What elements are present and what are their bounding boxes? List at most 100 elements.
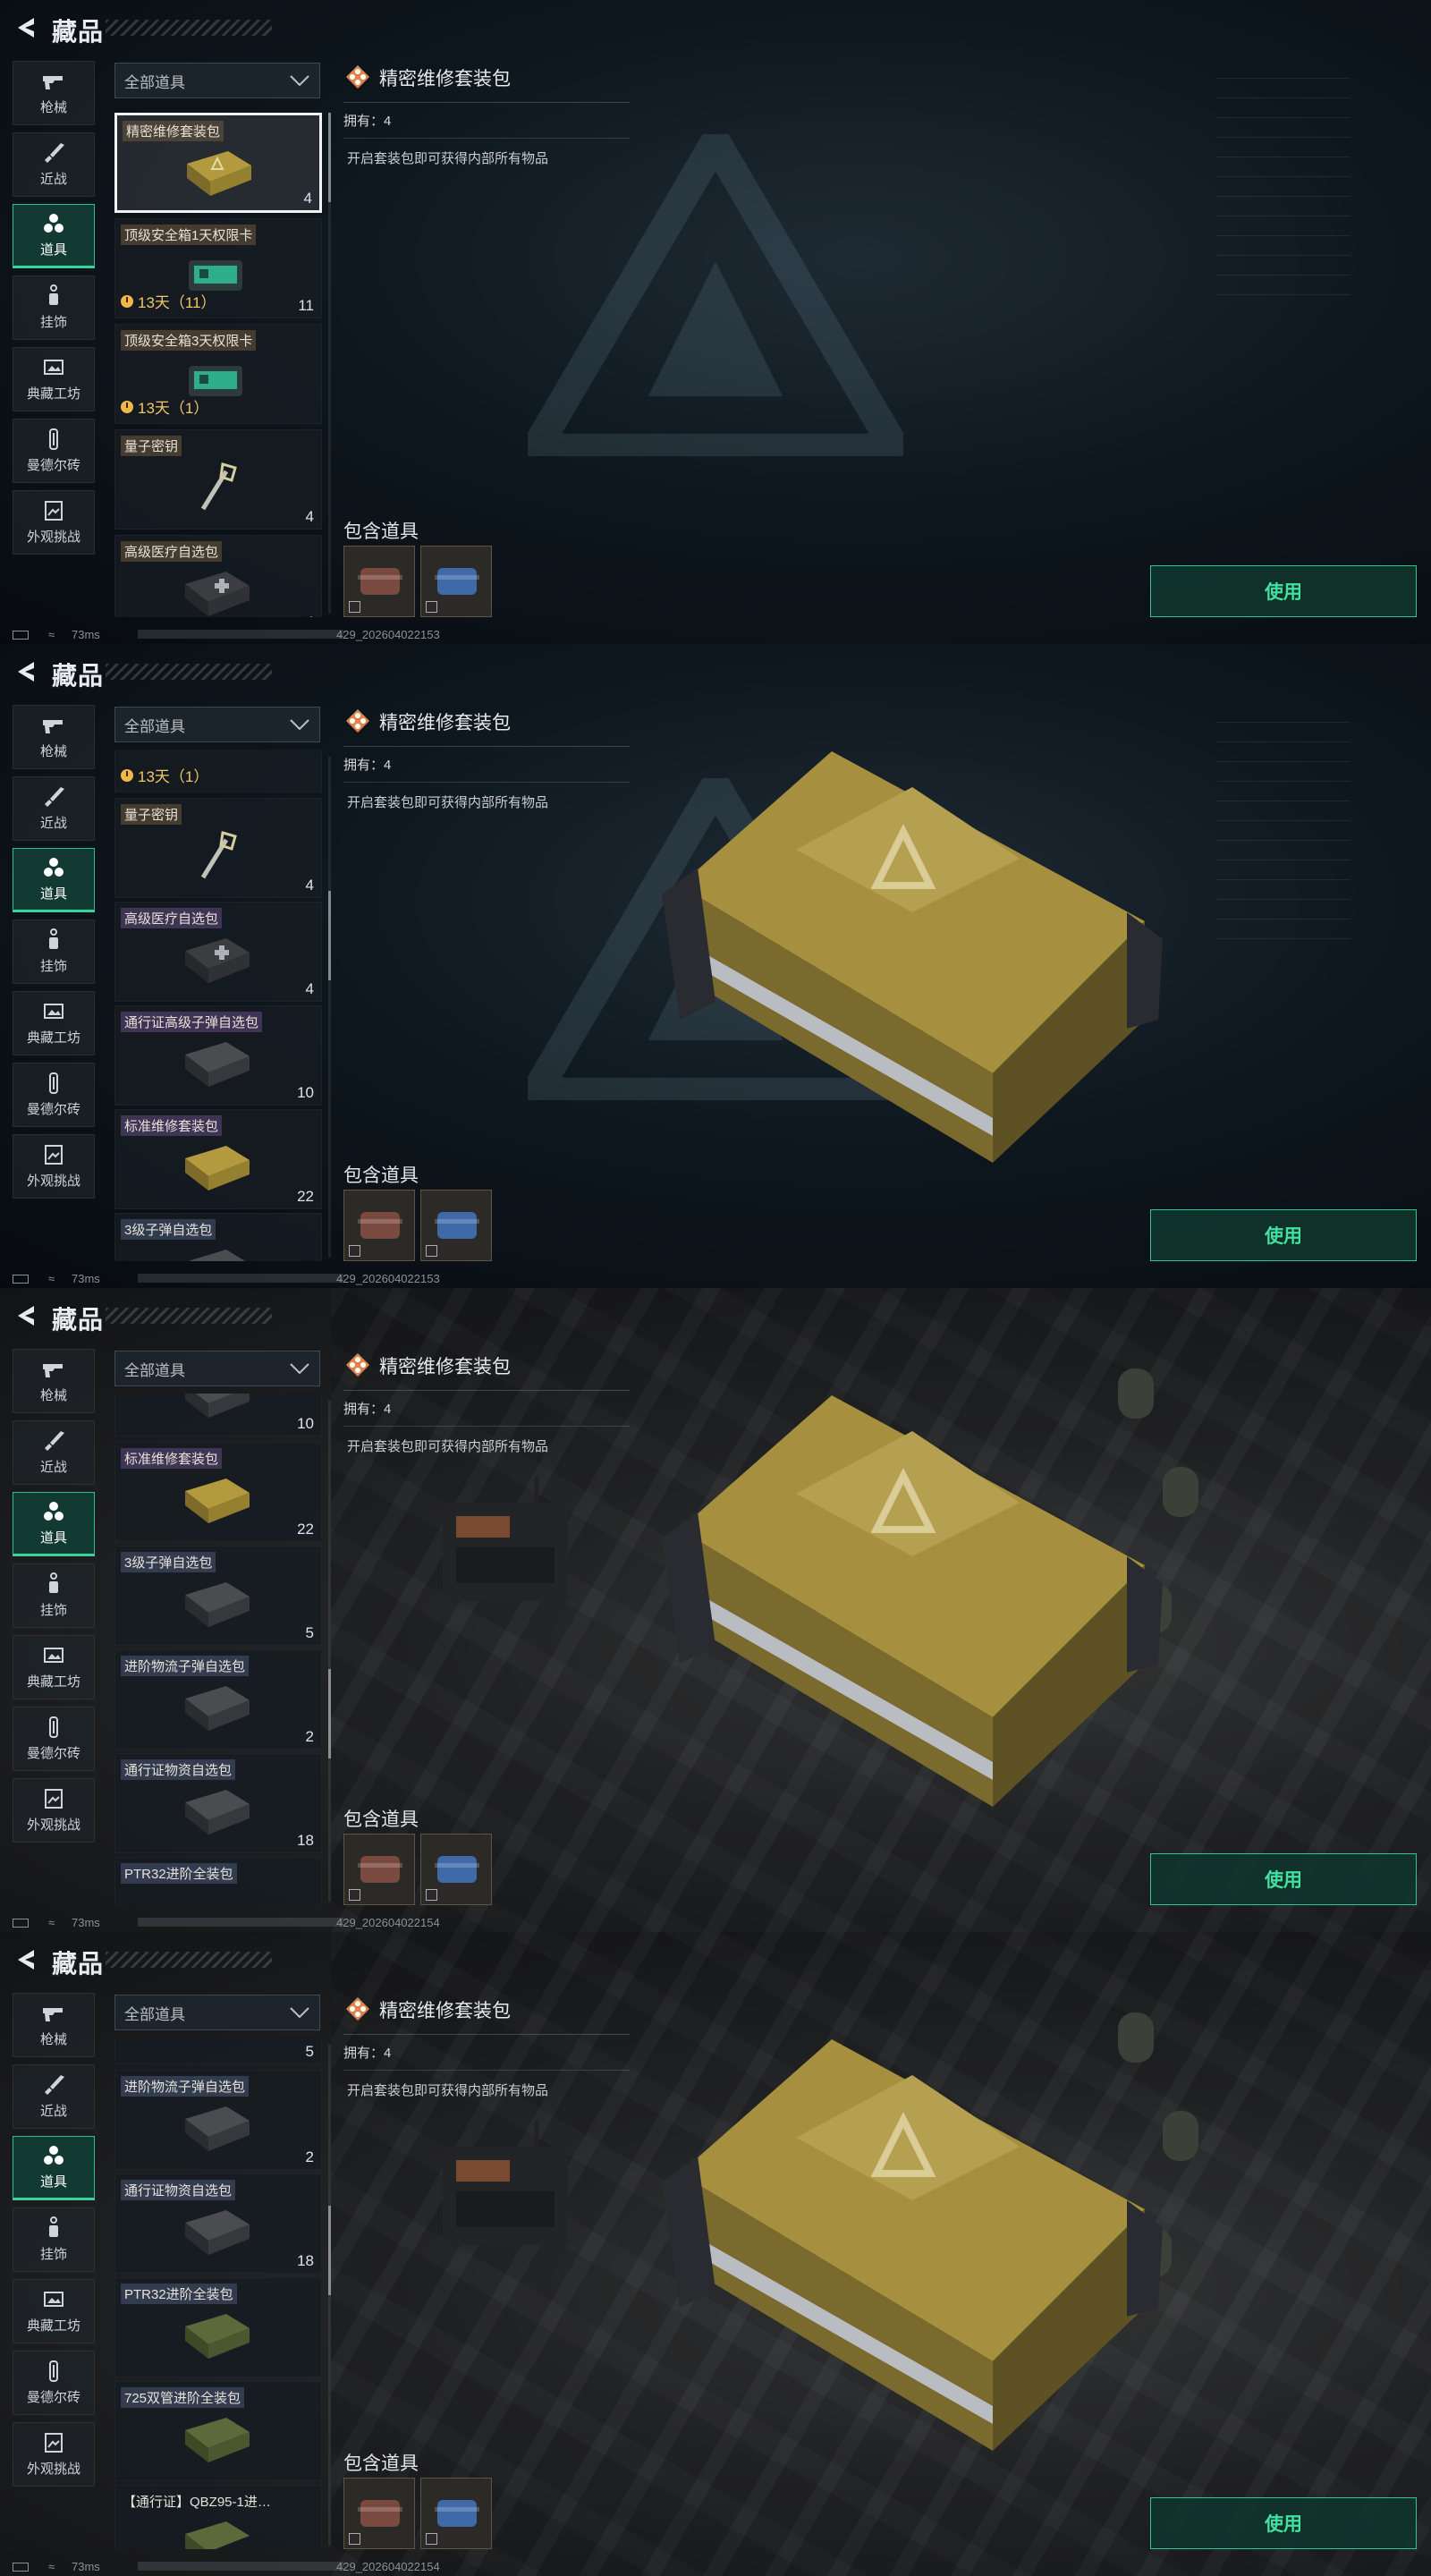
- sidebar-item-charms[interactable]: 挂饰: [13, 1563, 95, 1628]
- sidebar-item-brick[interactable]: 曼德尔砖: [13, 1063, 95, 1127]
- item-list[interactable]: 5 进阶物流子弹自选包 2 通行证物资自选包 18 PTR32进阶全装包 725…: [114, 2038, 322, 2549]
- list-item[interactable]: 高级医疗自选包 4: [114, 535, 322, 617]
- list-item[interactable]: 标准维修套装包 22: [114, 1109, 322, 1209]
- hud-decoration: [1216, 63, 1351, 295]
- sidebar-item-brick[interactable]: 曼德尔砖: [13, 2351, 95, 2415]
- item-list[interactable]: 10 标准维修套装包 22 3级子弹自选包 5 进阶物流子弹自选包 2 通行证物…: [114, 1394, 322, 1905]
- list-item[interactable]: 精密维修套装包 4: [114, 113, 322, 213]
- list-item[interactable]: 5: [114, 2038, 322, 2064]
- sidebar-item-challenge[interactable]: 外观挑战: [13, 1134, 95, 1199]
- use-button[interactable]: 使用: [1150, 2497, 1417, 2549]
- list-item[interactable]: 13天（1）: [114, 750, 322, 792]
- list-item[interactable]: 进阶物流子弹自选包 2: [114, 2070, 322, 2170]
- sidebar-item-label: 挂饰: [39, 1603, 67, 1618]
- list-item[interactable]: 3级子弹自选包 5: [114, 1546, 322, 1646]
- sidebar-item-challenge[interactable]: 外观挑战: [13, 1778, 95, 1843]
- list-item[interactable]: 通行证物资自选包 18: [114, 1753, 322, 1853]
- item-description: 开启套装包即可获得内部所有物品: [347, 151, 549, 166]
- detail-item-name: 精密维修套装包: [379, 2001, 511, 2021]
- sidebar-item-guns[interactable]: 枪械: [13, 1993, 95, 2057]
- sidebar-item-charms[interactable]: 挂饰: [13, 2207, 95, 2272]
- list-item[interactable]: 高级医疗自选包 4: [114, 902, 322, 1002]
- item-filter-dropdown[interactable]: 全部道具: [114, 63, 320, 98]
- list-scrollbar[interactable]: [328, 1401, 331, 1902]
- list-item[interactable]: 顶级安全箱3天权限卡 13天（1）: [114, 324, 322, 424]
- contained-item[interactable]: [420, 1834, 492, 1905]
- scroll-thumb[interactable]: [328, 1669, 331, 1758]
- list-item[interactable]: 3级子弹自选包: [114, 1213, 322, 1261]
- back-arrow-icon[interactable]: [13, 14, 39, 41]
- item-quantity: 10: [297, 1415, 314, 1432]
- uid-text: 429_202604022154: [336, 1916, 440, 1929]
- sidebar-item-melee[interactable]: 近战: [13, 2064, 95, 2129]
- contained-item[interactable]: [343, 546, 415, 617]
- item-list[interactable]: 精密维修套装包 4 顶级安全箱1天权限卡 13天（11） 11 顶级安全箱3天权…: [114, 106, 322, 617]
- list-item[interactable]: PTR32进阶全装包: [114, 2277, 322, 2377]
- list-scrollbar[interactable]: [328, 2045, 331, 2546]
- list-item[interactable]: 量子密钥 4: [114, 798, 322, 898]
- sidebar-item-workshop[interactable]: 典藏工坊: [13, 991, 95, 1055]
- list-item[interactable]: PTR32进阶全装包: [114, 1857, 322, 1905]
- sidebar-item-items[interactable]: 道具: [13, 848, 95, 912]
- use-button[interactable]: 使用: [1150, 1853, 1417, 1905]
- sidebar-item-charms[interactable]: 挂饰: [13, 919, 95, 984]
- list-item[interactable]: 【通行证】QBZ95-1进…: [114, 2485, 322, 2549]
- list-item[interactable]: 725双管进阶全装包: [114, 2381, 322, 2481]
- list-scrollbar[interactable]: [328, 757, 331, 1258]
- scroll-thumb[interactable]: [328, 2206, 331, 2295]
- item-description: 开启套装包即可获得内部所有物品: [347, 2083, 549, 2098]
- sidebar-item-items[interactable]: 道具: [13, 204, 95, 268]
- sidebar-item-melee[interactable]: 近战: [13, 776, 95, 841]
- item-filter-dropdown[interactable]: 全部道具: [114, 1351, 320, 1386]
- sidebar-item-workshop[interactable]: 典藏工坊: [13, 1635, 95, 1699]
- use-button[interactable]: 使用: [1150, 565, 1417, 617]
- scroll-thumb[interactable]: [328, 891, 331, 980]
- item-list[interactable]: 13天（1） 量子密钥 4 高级医疗自选包 4 通行证高级子弹自选包 10 标准…: [114, 750, 322, 1261]
- sidebar-item-challenge[interactable]: 外观挑战: [13, 2422, 95, 2487]
- contained-item[interactable]: [420, 546, 492, 617]
- sidebar-item-brick[interactable]: 曼德尔砖: [13, 1707, 95, 1771]
- ammo-box-icon: [188, 1250, 246, 1261]
- sidebar-item-melee[interactable]: 近战: [13, 132, 95, 197]
- list-item[interactable]: 10: [114, 1394, 322, 1436]
- contained-item[interactable]: [343, 2478, 415, 2549]
- contains-label: 包含道具: [343, 1165, 419, 1186]
- sidebar-item-brick[interactable]: 曼德尔砖: [13, 419, 95, 483]
- list-item[interactable]: 量子密钥 4: [114, 429, 322, 530]
- list-item[interactable]: 标准维修套装包 22: [114, 1442, 322, 1542]
- sidebar-item-label: 近战: [39, 2104, 67, 2119]
- contained-item[interactable]: [420, 2478, 492, 2549]
- contained-item[interactable]: [343, 1834, 415, 1905]
- gun-icon: [43, 76, 63, 89]
- sidebar-item-guns[interactable]: 枪械: [13, 61, 95, 125]
- list-item[interactable]: 顶级安全箱1天权限卡 13天（11） 11: [114, 218, 322, 318]
- header: 藏品: [0, 0, 322, 57]
- back-arrow-icon[interactable]: [13, 1946, 39, 1973]
- sidebar-item-items[interactable]: 道具: [13, 2136, 95, 2200]
- brick-icon: [49, 1072, 58, 1094]
- list-item[interactable]: 通行证物资自选包 18: [114, 2174, 322, 2274]
- contained-item[interactable]: [343, 1190, 415, 1261]
- sidebar-item-items[interactable]: 道具: [13, 1492, 95, 1556]
- scroll-thumb[interactable]: [328, 113, 331, 202]
- sidebar-item-melee[interactable]: 近战: [13, 1420, 95, 1485]
- sidebar-item-charms[interactable]: 挂饰: [13, 275, 95, 340]
- use-button[interactable]: 使用: [1150, 1209, 1417, 1261]
- back-arrow-icon[interactable]: [13, 658, 39, 685]
- sidebar-item-guns[interactable]: 枪械: [13, 705, 95, 769]
- screen-panel-1: 藏品 枪械 近战 道具 挂饰 典藏工坊 曼德尔砖 外观挑战 全部道具 精密维修套…: [0, 0, 1431, 644]
- sidebar-item-workshop[interactable]: 典藏工坊: [13, 2279, 95, 2343]
- list-scrollbar[interactable]: [328, 113, 331, 614]
- item-filter-dropdown[interactable]: 全部道具: [114, 707, 320, 742]
- list-item[interactable]: 通行证高级子弹自选包 10: [114, 1005, 322, 1106]
- sidebar-item-guns[interactable]: 枪械: [13, 1349, 95, 1413]
- sidebar-item-workshop[interactable]: 典藏工坊: [13, 347, 95, 411]
- list-item[interactable]: 进阶物流子弹自选包 2: [114, 1649, 322, 1750]
- item-filter-dropdown[interactable]: 全部道具: [114, 1995, 320, 2030]
- sidebar-item-challenge[interactable]: 外观挑战: [13, 490, 95, 555]
- title-hatch-decoration: [106, 664, 272, 680]
- contained-item[interactable]: [420, 1190, 492, 1261]
- back-arrow-icon[interactable]: [13, 1302, 39, 1329]
- ammo-box-icon: [185, 1582, 250, 1627]
- item-name: PTR32进阶全装包: [121, 1863, 237, 1884]
